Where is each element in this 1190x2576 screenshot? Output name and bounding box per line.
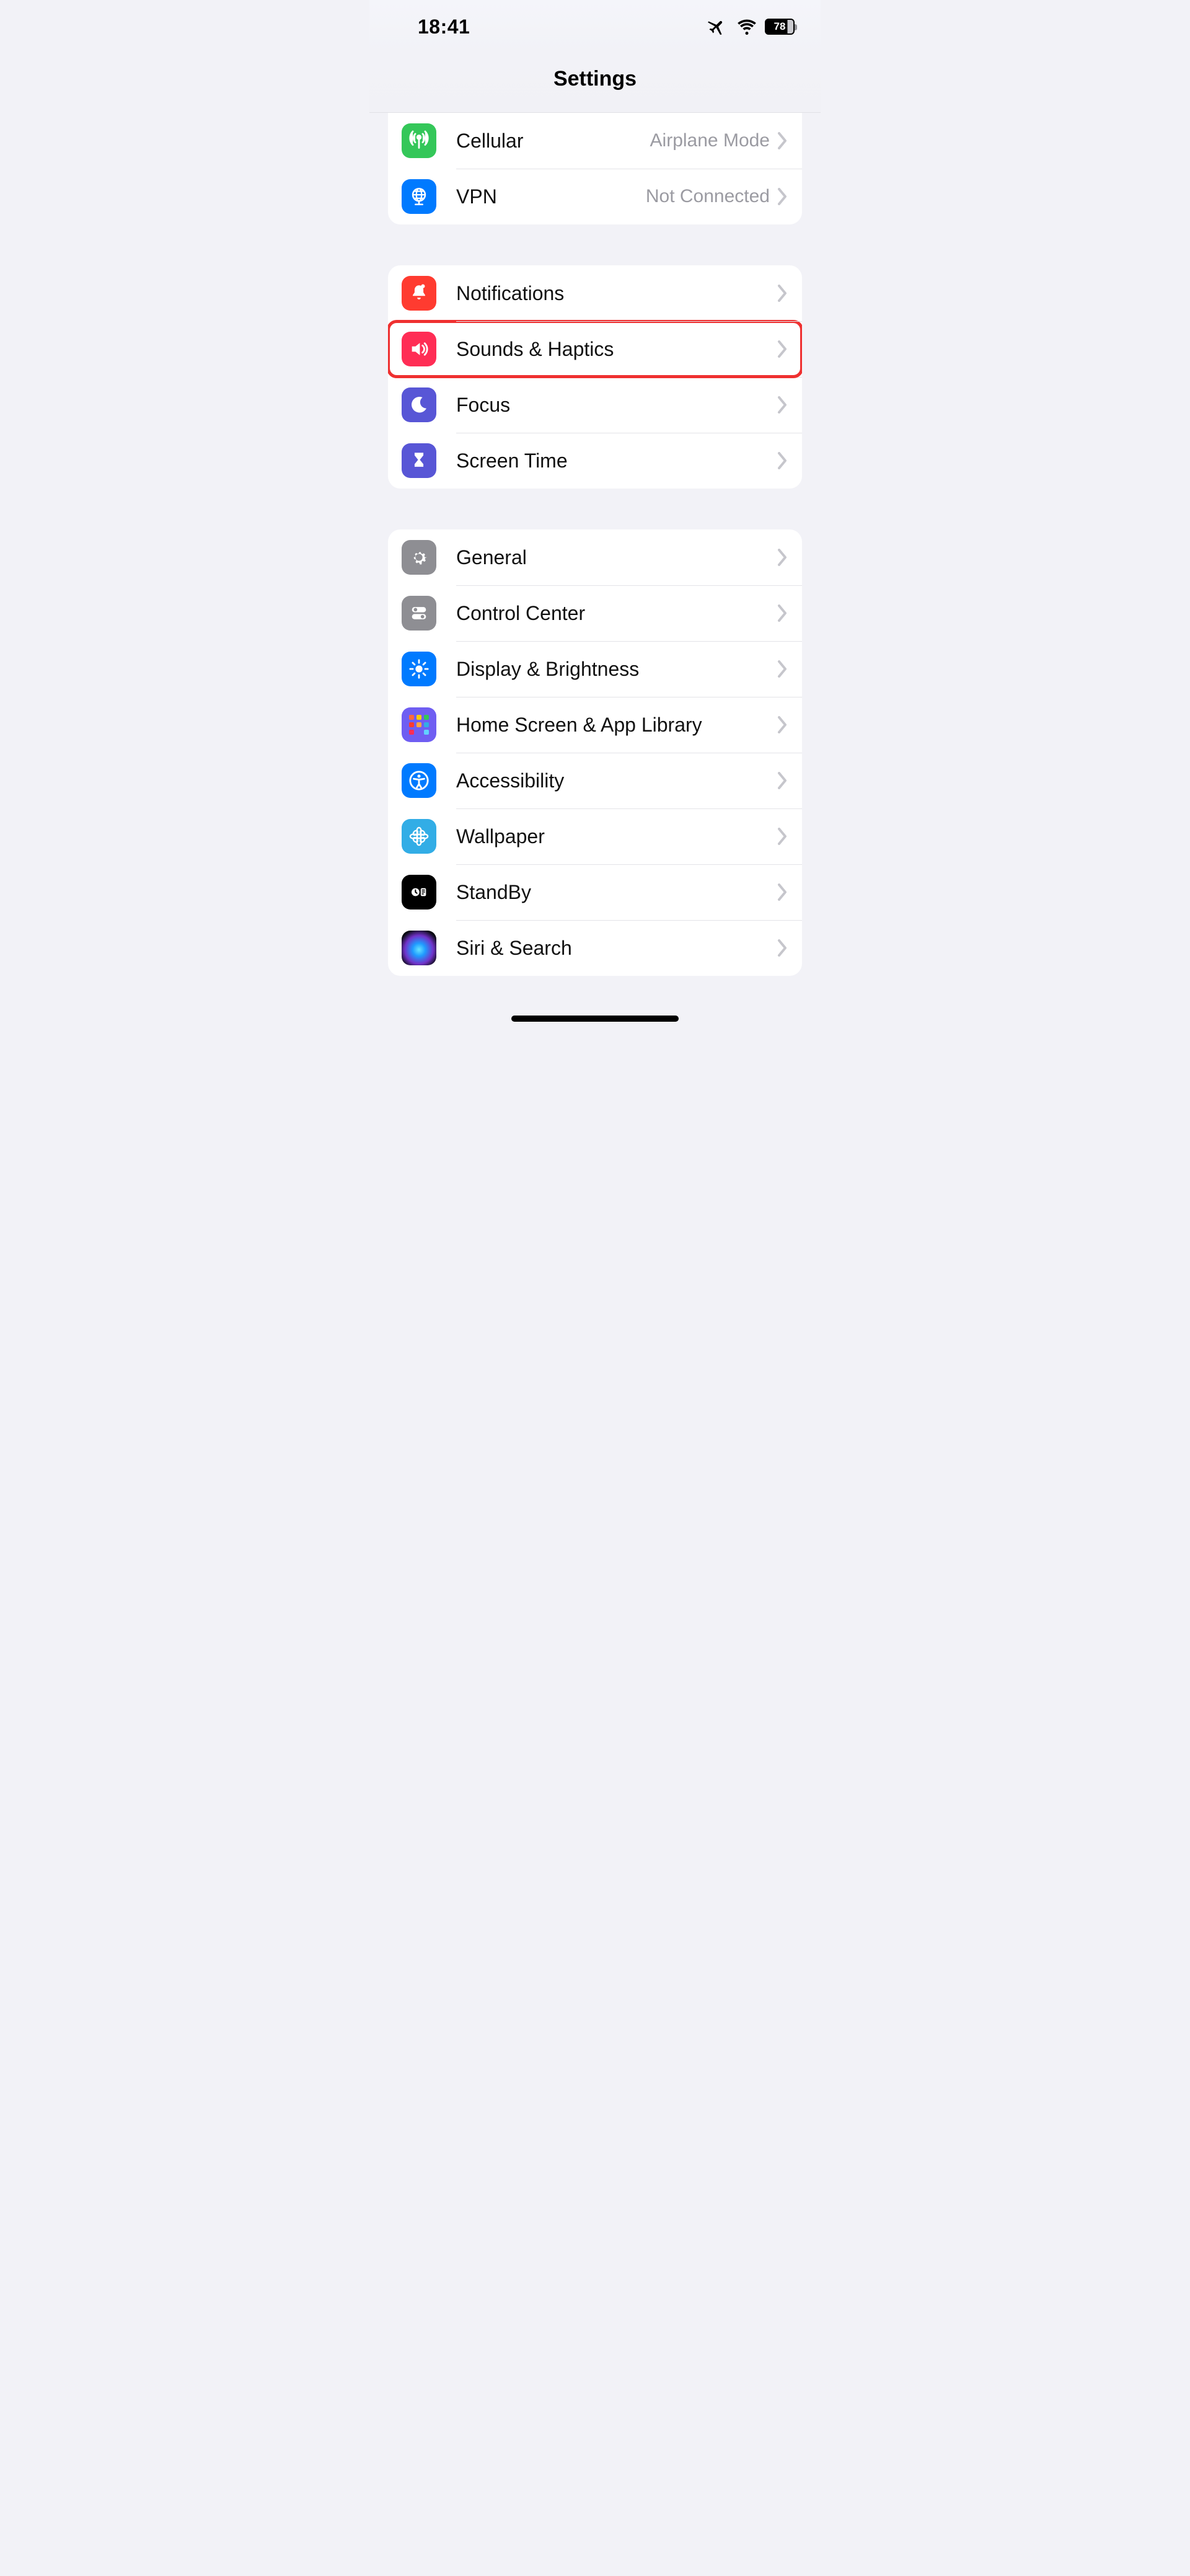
row-label: Accessibility — [456, 769, 777, 792]
settings-row-cellular[interactable]: CellularAirplane Mode — [388, 113, 802, 169]
wifi-icon — [738, 17, 756, 36]
settings-row-display[interactable]: Display & Brightness — [388, 641, 802, 697]
settings-group-general: General Control Center Display & Brightnes… — [388, 529, 802, 976]
settings-row-wallpaper[interactable]: Wallpaper — [388, 808, 802, 864]
row-label: Wallpaper — [456, 825, 777, 848]
settings-group-network: CellularAirplane ModeVPNNot Connected — [388, 113, 802, 224]
chevron-right-icon — [777, 188, 787, 205]
chevron-right-icon — [777, 883, 787, 901]
hourglass-icon — [402, 443, 436, 478]
chevron-right-icon — [777, 132, 787, 149]
chevron-right-icon — [777, 549, 787, 566]
switches-icon — [402, 596, 436, 631]
row-label: Cellular — [456, 130, 650, 153]
row-label: Home Screen & App Library — [456, 714, 777, 737]
status-bar: 18:41 78 — [369, 0, 821, 53]
settings-group-notifications: Notifications Sounds & Haptics Focus Screen… — [388, 265, 802, 489]
moon-icon — [402, 387, 436, 422]
settings-row-focus[interactable]: Focus — [388, 377, 802, 433]
gear-icon — [402, 540, 436, 575]
battery-indicator: 78 — [765, 19, 795, 35]
settings-row-controlcenter[interactable]: Control Center — [388, 585, 802, 641]
row-detail: Airplane Mode — [650, 130, 770, 151]
chevron-right-icon — [777, 340, 787, 358]
nav-header: Settings — [369, 53, 821, 113]
settings-row-standby[interactable]: StandBy — [388, 864, 802, 920]
settings-row-homescreen[interactable]: Home Screen & App Library — [388, 697, 802, 753]
settings-scroll[interactable]: CellularAirplane ModeVPNNot ConnectedNot… — [369, 113, 821, 1013]
globe-icon — [402, 179, 436, 214]
chevron-right-icon — [777, 285, 787, 302]
status-time: 18:41 — [418, 15, 470, 38]
flower-icon — [402, 819, 436, 854]
settings-row-screentime[interactable]: Screen Time — [388, 433, 802, 489]
chevron-right-icon — [777, 660, 787, 678]
row-label: General — [456, 546, 777, 569]
row-label: Siri & Search — [456, 937, 777, 960]
bell-icon — [402, 276, 436, 311]
chevron-right-icon — [777, 452, 787, 469]
settings-row-general[interactable]: General — [388, 529, 802, 585]
chevron-right-icon — [777, 939, 787, 957]
row-label: VPN — [456, 185, 646, 208]
siri-icon — [402, 931, 436, 965]
row-label: Focus — [456, 394, 777, 417]
chevron-right-icon — [777, 396, 787, 414]
chevron-right-icon — [777, 772, 787, 789]
apps-grid-icon — [402, 707, 436, 742]
settings-row-vpn[interactable]: VPNNot Connected — [388, 169, 802, 224]
sun-icon — [402, 652, 436, 686]
settings-row-sounds[interactable]: Sounds & Haptics — [388, 321, 802, 377]
antenna-icon — [402, 123, 436, 158]
airplane-mode-icon — [708, 16, 729, 37]
row-label: Sounds & Haptics — [456, 338, 777, 361]
clock-card-icon — [402, 875, 436, 910]
status-indicators: 78 — [708, 16, 795, 37]
settings-row-siri[interactable]: Siri & Search — [388, 920, 802, 976]
chevron-right-icon — [777, 828, 787, 845]
chevron-right-icon — [777, 604, 787, 622]
row-label: Control Center — [456, 602, 777, 625]
page-title: Settings — [369, 67, 821, 91]
chevron-right-icon — [777, 716, 787, 733]
row-label: Screen Time — [456, 449, 777, 472]
home-indicator[interactable] — [511, 1016, 679, 1022]
battery-percent: 78 — [774, 20, 786, 33]
row-label: Display & Brightness — [456, 658, 777, 681]
accessibility-icon — [402, 763, 436, 798]
row-detail: Not Connected — [646, 186, 770, 207]
row-label: Notifications — [456, 282, 777, 305]
settings-row-accessibility[interactable]: Accessibility — [388, 753, 802, 808]
row-label: StandBy — [456, 881, 777, 904]
speaker-icon — [402, 332, 436, 366]
settings-row-notifications[interactable]: Notifications — [388, 265, 802, 321]
